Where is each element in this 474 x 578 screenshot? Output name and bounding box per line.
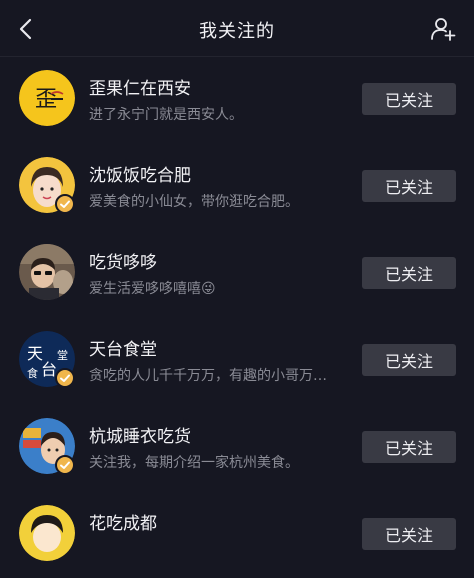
- user-description: 贪吃的人儿千千万万，有趣的小哥万…: [89, 368, 327, 384]
- user-name: 吃货哆哆: [89, 253, 157, 273]
- verified-badge-icon: [55, 194, 75, 214]
- svg-text:堂: 堂: [57, 349, 68, 362]
- following-button[interactable]: 已关注: [362, 170, 456, 202]
- user-description: 爱生活爱哆哆嘻嘻😜: [89, 281, 216, 297]
- add-person-icon[interactable]: [430, 16, 456, 42]
- following-button[interactable]: 已关注: [362, 431, 456, 463]
- list-item[interactable]: 沈饭饭吃合肥 爱美食的小仙女，带你逛吃合肥。 已关注: [0, 143, 474, 230]
- list-item[interactable]: 杭城睡衣吃货 关注我，每期介绍一家杭州美食。 已关注: [0, 404, 474, 491]
- following-button[interactable]: 已关注: [362, 83, 456, 115]
- verified-badge-icon: [55, 368, 75, 388]
- svg-text:食: 食: [27, 366, 38, 380]
- avatar[interactable]: [19, 505, 75, 561]
- avatar[interactable]: 歪: [19, 70, 75, 126]
- verified-badge-icon: [55, 455, 75, 475]
- avatar[interactable]: [19, 244, 75, 300]
- list-item[interactable]: 歪 歪果仁在西安 进了永宁门就是西安人。 已关注: [0, 56, 474, 143]
- user-description: 爱美食的小仙女，带你逛吃合肥。: [89, 194, 299, 210]
- following-list: 歪 歪果仁在西安 进了永宁门就是西安人。 已关注 沈饭饭吃合肥 爱美食的小仙女，…: [0, 56, 474, 578]
- following-button[interactable]: 已关注: [362, 344, 456, 376]
- list-item[interactable]: 天 台 食 堂 天台食堂 贪吃的人儿千千万万，有趣的小哥万… 已关注: [0, 317, 474, 404]
- user-name: 花吃成都: [89, 514, 157, 534]
- page-title: 我关注的: [199, 21, 275, 42]
- user-description: 进了永宁门就是西安人。: [89, 107, 243, 123]
- top-bar: 我关注的: [0, 0, 474, 57]
- user-description: 关注我，每期介绍一家杭州美食。: [89, 455, 299, 471]
- list-item[interactable]: 花吃成都 已关注: [0, 491, 474, 578]
- following-button[interactable]: 已关注: [362, 257, 456, 289]
- following-button[interactable]: 已关注: [362, 518, 456, 550]
- user-name: 歪果仁在西安: [89, 79, 191, 99]
- user-name: 天台食堂: [89, 340, 157, 360]
- list-item[interactable]: 吃货哆哆 爱生活爱哆哆嘻嘻😜 已关注: [0, 230, 474, 317]
- user-name: 杭城睡衣吃货: [89, 427, 191, 447]
- user-name: 沈饭饭吃合肥: [89, 166, 191, 186]
